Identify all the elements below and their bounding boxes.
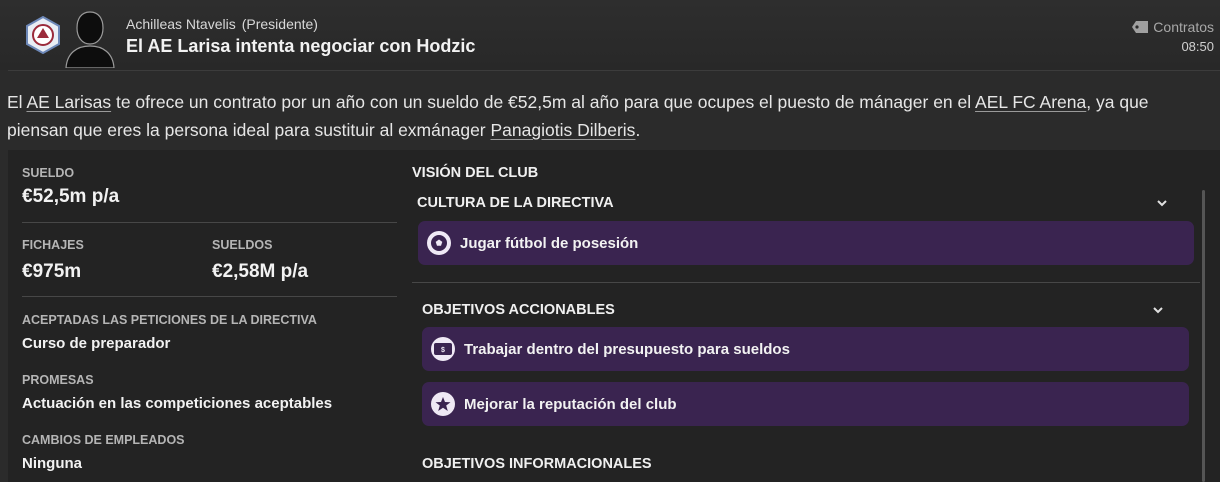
club-crest-icon[interactable] (24, 16, 62, 54)
message-header: Achilleas Ntavelis (Presidente) El AE Lar… (0, 0, 1220, 70)
transfers-label: FICHAJES (22, 238, 84, 252)
sender: Achilleas Ntavelis (Presidente) (126, 16, 318, 32)
header-divider (8, 70, 1220, 71)
board-culture-title[interactable]: CULTURA DE LA DIRECTIVA (417, 195, 614, 211)
message-category: Contratos (1132, 19, 1214, 35)
message-text: El (7, 92, 27, 112)
tag-icon (1132, 21, 1149, 33)
divider (412, 282, 1200, 283)
staff-changes-label: CAMBIOS DE EMPLEADOS (22, 433, 185, 447)
scrollbar[interactable] (1202, 190, 1205, 482)
sender-name[interactable]: Achilleas Ntavelis (126, 16, 236, 32)
board-culture-item[interactable]: Jugar fútbol de posesión (418, 221, 1194, 265)
chevron-down-icon[interactable] (1151, 303, 1165, 317)
message-text: . (635, 120, 641, 140)
chevron-down-icon[interactable] (1155, 196, 1169, 210)
salary-value: €52,5m p/a (22, 186, 120, 207)
sender-role: (Presidente) (241, 16, 318, 32)
message-subject: El AE Larisa intenta negociar con Hodzic (126, 36, 476, 56)
category-label: Contratos (1153, 19, 1214, 35)
actionable-objective-item[interactable]: Mejorar la reputación del club (422, 382, 1189, 426)
wage-budget-icon: $ (431, 337, 455, 361)
wages-value: €2,58M p/a (212, 261, 309, 282)
divider (22, 296, 397, 297)
informational-objectives-title[interactable]: OBJETIVOS INFORMACIONALES (422, 456, 652, 472)
divider (22, 222, 397, 223)
actionable-objective-item[interactable]: $ Trabajar dentro del presupuesto para s… (422, 327, 1189, 371)
actionable-objectives-title[interactable]: OBJETIVOS ACCIONABLES (422, 302, 615, 318)
contract-offer-panel: SUELDO €52,5m p/a FICHAJES €975m SUELDOS… (8, 150, 1220, 482)
star-icon (431, 392, 455, 416)
board-requests-label: ACEPTADAS LAS PETICIONES DE LA DIRECTIVA (22, 313, 317, 327)
board-requests-value: Curso de preparador (22, 335, 171, 352)
person-silhouette-icon[interactable] (62, 8, 118, 68)
promises-value: Actuación en las competiciones aceptable… (22, 395, 333, 412)
promises-label: PROMESAS (22, 373, 94, 387)
message-time: 08:50 (1181, 39, 1214, 54)
wages-label: SUELDOS (212, 238, 273, 252)
club-link[interactable]: AE Larisas (26, 92, 111, 112)
staff-changes-value: Ninguna (22, 455, 82, 472)
football-icon (427, 231, 451, 255)
board-culture-label: Jugar fútbol de posesión (460, 234, 639, 252)
manager-link[interactable]: Panagiotis Dilberis (491, 120, 636, 140)
club-vision-title: VISIÓN DEL CLUB (412, 165, 539, 181)
svg-text:$: $ (441, 347, 445, 354)
message-body: El AE Larisas te ofrece un contrato por … (7, 88, 1212, 144)
actionable-objective-label: Mejorar la reputación del club (464, 395, 677, 413)
stadium-link[interactable]: AEL FC Arena (975, 92, 1086, 112)
transfers-value: €975m (22, 261, 82, 282)
message-text: te ofrece un contrato por un año con un … (111, 92, 976, 112)
salary-label: SUELDO (22, 166, 75, 180)
actionable-objective-label: Trabajar dentro del presupuesto para sue… (464, 340, 790, 358)
